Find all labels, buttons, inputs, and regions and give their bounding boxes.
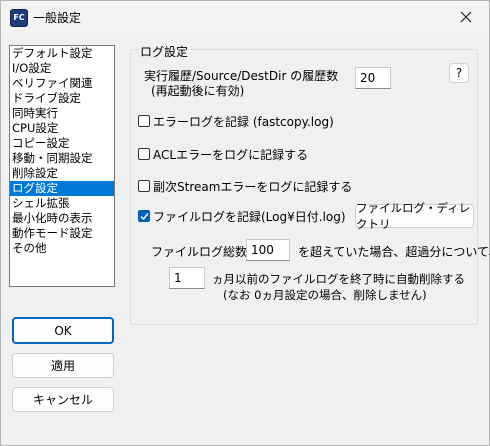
acl-error-log-checkbox[interactable] bbox=[138, 148, 150, 160]
sidebar-item[interactable]: CPU設定 bbox=[10, 121, 114, 136]
acl-error-log-label[interactable]: ACLエラーをログに記録する bbox=[153, 146, 308, 163]
file-log-directory-button[interactable]: ファイルログ・ディレクトリ bbox=[355, 201, 474, 231]
window-title: 一般設定 bbox=[33, 11, 82, 25]
stream-error-log-checkbox[interactable] bbox=[138, 180, 150, 192]
error-log-checkbox[interactable] bbox=[138, 115, 150, 127]
stream-error-log-label[interactable]: 副次Streamエラーをログに記録する bbox=[153, 178, 352, 195]
total-files-label: ファイルログ総数が bbox=[151, 245, 260, 259]
fastcopy-app-icon: FC bbox=[10, 9, 28, 27]
general-settings-dialog: FC 一般設定 デフォルト設定 I/O設定 ベリファイ関連 ドライブ設定 同時実行 CPU… bbox=[0, 0, 490, 446]
sidebar-item[interactable]: ドライブ設定 bbox=[10, 91, 114, 106]
sidebar-item[interactable]: 動作モード設定 bbox=[10, 226, 114, 241]
history-restart-note: (再起動後に有効) bbox=[151, 84, 245, 98]
sidebar-item[interactable]: 削除設定 bbox=[10, 166, 114, 181]
sidebar-item[interactable]: コピー設定 bbox=[10, 136, 114, 151]
close-button[interactable] bbox=[443, 1, 489, 33]
close-icon bbox=[460, 11, 472, 23]
group-label: ログ設定 bbox=[138, 43, 191, 60]
sidebar-item[interactable]: その他 bbox=[10, 241, 114, 256]
sidebar-item[interactable]: ベリファイ関連 bbox=[10, 76, 114, 91]
sidebar-item[interactable]: 最小化時の表示 bbox=[10, 211, 114, 226]
error-log-label[interactable]: エラーログを記録 (fastcopy.log) bbox=[153, 113, 334, 130]
title-bar: FC 一般設定 bbox=[1, 1, 489, 33]
cancel-button[interactable]: キャンセル bbox=[12, 387, 114, 412]
settings-category-list[interactable]: デフォルト設定 I/O設定 ベリファイ関連 ドライブ設定 同時実行 CPU設定 コピー設定移… bbox=[9, 45, 115, 287]
sidebar-item[interactable]: I/O設定 bbox=[10, 61, 114, 76]
checkmark-icon bbox=[140, 213, 149, 221]
ok-button[interactable]: OK bbox=[12, 317, 114, 344]
total-files-input[interactable]: 100 bbox=[246, 239, 290, 261]
sidebar-item[interactable]: シェル拡張 bbox=[10, 196, 114, 211]
sidebar-item[interactable]: 同時実行 bbox=[10, 106, 114, 121]
months-note: (なお 0ヵ月設定の場合、削除しません) bbox=[223, 288, 427, 302]
sidebar-item[interactable]: 移動・同期設定 bbox=[10, 151, 114, 166]
apply-button[interactable]: 適用 bbox=[12, 353, 114, 378]
history-count-input[interactable]: 20 bbox=[355, 67, 391, 89]
months-label: ヵ月以前のファイルログを終了時に自動削除する bbox=[212, 272, 465, 286]
sidebar-item[interactable]: ログ設定 bbox=[10, 181, 114, 196]
sidebar-item[interactable]: デフォルト設定 bbox=[10, 46, 114, 61]
total-files-suffix: を超えていた場合、超過分について、 bbox=[298, 245, 490, 259]
file-log-label[interactable]: ファイルログを記録(Log¥日付.log) bbox=[153, 208, 346, 225]
file-log-checkbox[interactable] bbox=[138, 210, 150, 222]
help-button[interactable]: ? bbox=[449, 63, 469, 83]
months-input[interactable]: 1 bbox=[169, 267, 205, 289]
